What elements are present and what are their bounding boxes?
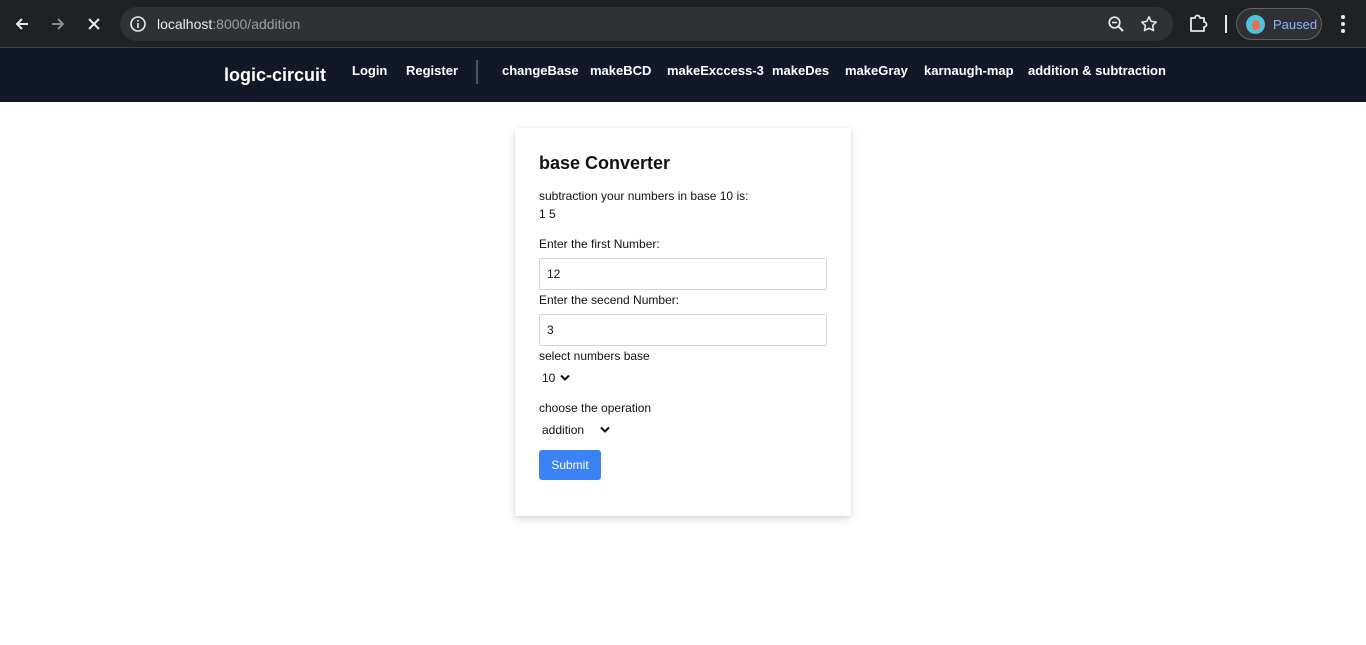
arrow-left-icon bbox=[15, 18, 28, 30]
chevron-down-icon bbox=[560, 374, 571, 381]
profile-button[interactable]: Paused bbox=[1236, 8, 1322, 40]
kebab-menu-icon[interactable] bbox=[1336, 13, 1350, 35]
puzzle-icon[interactable] bbox=[1187, 12, 1209, 34]
url-host: localhost bbox=[157, 16, 213, 32]
zoom-out-icon[interactable] bbox=[1107, 15, 1125, 33]
star-icon[interactable] bbox=[1140, 15, 1158, 33]
back-button[interactable] bbox=[8, 10, 36, 38]
nav-register[interactable]: Register bbox=[406, 63, 458, 78]
brand-logo[interactable]: logic-circuit bbox=[224, 65, 326, 86]
second-number-label: Enter the secend Number: bbox=[539, 293, 680, 307]
stop-loading-button[interactable] bbox=[80, 10, 108, 38]
card-title: base Converter bbox=[539, 153, 671, 173]
arrow-right-icon bbox=[52, 18, 65, 30]
nav-divider bbox=[476, 60, 478, 84]
first-number-label: Enter the first Number: bbox=[539, 237, 660, 251]
nav-makegray[interactable]: makeGray bbox=[845, 63, 908, 78]
url-path: :8000/addition bbox=[212, 16, 301, 32]
url-text[interactable]: localhost:8000/addition bbox=[157, 16, 300, 32]
first-number-input[interactable] bbox=[539, 258, 827, 290]
result-label: subtraction your numbers in base 10 is: bbox=[539, 189, 749, 203]
nav-karnaugh-map[interactable]: karnaugh-map bbox=[924, 63, 1014, 78]
close-icon bbox=[88, 18, 100, 30]
profile-status-label: Paused bbox=[1273, 17, 1318, 32]
base-select-label: select numbers base bbox=[539, 349, 650, 363]
operation-select-value: addition bbox=[542, 423, 585, 437]
site-navbar: logic-circuit Login Register changeBase … bbox=[0, 48, 1366, 102]
toolbar-divider bbox=[1225, 15, 1227, 33]
nav-changebase[interactable]: changeBase bbox=[502, 63, 579, 78]
chevron-down-icon bbox=[600, 426, 610, 433]
nav-makebcd[interactable]: makeBCD bbox=[590, 63, 651, 78]
forward-button[interactable] bbox=[44, 10, 72, 38]
second-number-input[interactable] bbox=[539, 314, 827, 346]
browser-toolbar: localhost:8000/addition Paused bbox=[0, 0, 1366, 48]
avatar bbox=[1246, 15, 1265, 34]
base-select-value: 10 bbox=[542, 371, 556, 385]
nav-addition-subtraction[interactable]: addition & subtraction bbox=[1028, 63, 1166, 78]
converter-card: base Converter subtraction your numbers … bbox=[515, 128, 851, 516]
info-icon[interactable] bbox=[129, 15, 147, 33]
operation-select[interactable]: addition bbox=[542, 423, 610, 437]
nav-login[interactable]: Login bbox=[352, 63, 387, 78]
base-select[interactable]: 10 bbox=[542, 371, 571, 385]
submit-button[interactable]: Submit bbox=[539, 450, 601, 480]
nav-makedes[interactable]: makeDes bbox=[772, 63, 829, 78]
result-value: 1 5 bbox=[539, 207, 556, 221]
address-bar[interactable]: localhost:8000/addition bbox=[120, 7, 1173, 41]
operation-select-label: choose the operation bbox=[539, 401, 652, 415]
nav-makeexccess-3[interactable]: makeExccess-3 bbox=[667, 63, 764, 78]
